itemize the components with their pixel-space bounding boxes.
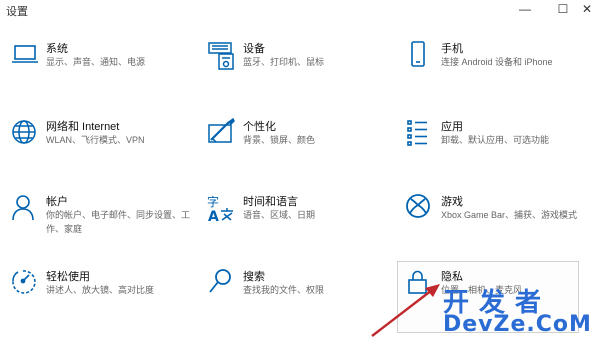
tile-description: 背景、锁屏、颜色 [243, 135, 316, 145]
tile-description: WLAN、飞行模式、VPN [46, 135, 145, 145]
tile-name: 搜索 [243, 271, 265, 283]
tile-description: 连接 Android 设备和 iPhone [441, 57, 553, 67]
watermark: 开发者 DevZe.CoM [443, 282, 593, 342]
tile-apps[interactable]: 应用 卸载、默认应用、可选功能 [405, 118, 595, 176]
tile-gaming[interactable]: 游戏 Xbox Game Bar、捕获、游戏模式 [405, 193, 595, 251]
tile-description: 卸载、默认应用、可选功能 [441, 135, 550, 145]
tile-devices[interactable]: 设备 蓝牙、打印机、鼠标 [207, 40, 397, 98]
tile-description: Xbox Game Bar、捕获、游戏模式 [441, 210, 578, 220]
tile-name: 个性化 [243, 121, 276, 133]
paint-brush-icon [207, 118, 239, 150]
language-icon: 字 A [207, 193, 239, 225]
tile-description: 讲述人、放大镜、高对比度 [46, 285, 155, 295]
minimize-button[interactable]: — [510, 0, 540, 18]
tile-system[interactable]: 系统 显示、声音、通知、电源 [10, 40, 200, 98]
tile-description: 显示、声音、通知、电源 [46, 57, 146, 67]
tile-time-language[interactable]: 字 A 时间和语言 语音、区域、日期 [207, 193, 397, 251]
tile-network[interactable]: 网络和 Internet WLAN、飞行模式、VPN [10, 118, 200, 176]
phone-icon [405, 40, 437, 72]
tile-description: 语音、区域、日期 [243, 210, 316, 220]
keyboard-printer-icon [207, 40, 239, 72]
tile-name: 设备 [243, 43, 265, 55]
watermark-line-2: DevZe.CoM [443, 312, 592, 337]
title-bar: 设置 — ☐ ✕ [0, 0, 600, 22]
globe-icon [10, 118, 42, 150]
tile-name: 网络和 Internet [46, 121, 120, 133]
tile-description: 查找我的文件、权限 [243, 285, 325, 295]
tile-name: 手机 [441, 43, 463, 55]
tile-personalization[interactable]: 个性化 背景、锁屏、颜色 [207, 118, 397, 176]
svg-text:A: A [208, 209, 219, 225]
tile-search[interactable]: 搜索 查找我的文件、权限 [207, 268, 397, 326]
ease-of-access-icon [10, 268, 42, 300]
tile-name: 系统 [46, 43, 68, 55]
laptop-icon [10, 40, 42, 72]
xbox-icon [405, 193, 437, 225]
tile-name: 帐户 [46, 196, 68, 208]
lock-icon [405, 268, 437, 300]
tile-name: 时间和语言 [243, 196, 298, 208]
tile-name: 游戏 [441, 196, 463, 208]
tile-ease-of-access[interactable]: 轻松使用 讲述人、放大镜、高对比度 [10, 268, 200, 326]
close-button[interactable]: ✕ [574, 0, 600, 18]
search-icon [207, 268, 239, 300]
person-icon [10, 193, 42, 225]
tile-phone[interactable]: 手机 连接 Android 设备和 iPhone [405, 40, 595, 98]
tile-name: 轻松使用 [46, 271, 90, 283]
svg-text:字: 字 [207, 194, 219, 209]
tile-description: 你的帐户、电子邮件、同步设置、工作、家庭 [46, 210, 191, 234]
tile-description: 蓝牙、打印机、鼠标 [243, 57, 325, 67]
apps-list-icon [405, 118, 437, 150]
tile-name: 应用 [441, 121, 463, 133]
tile-accounts[interactable]: 帐户 你的帐户、电子邮件、同步设置、工作、家庭 [10, 193, 200, 251]
window-title: 设置 [6, 6, 28, 18]
